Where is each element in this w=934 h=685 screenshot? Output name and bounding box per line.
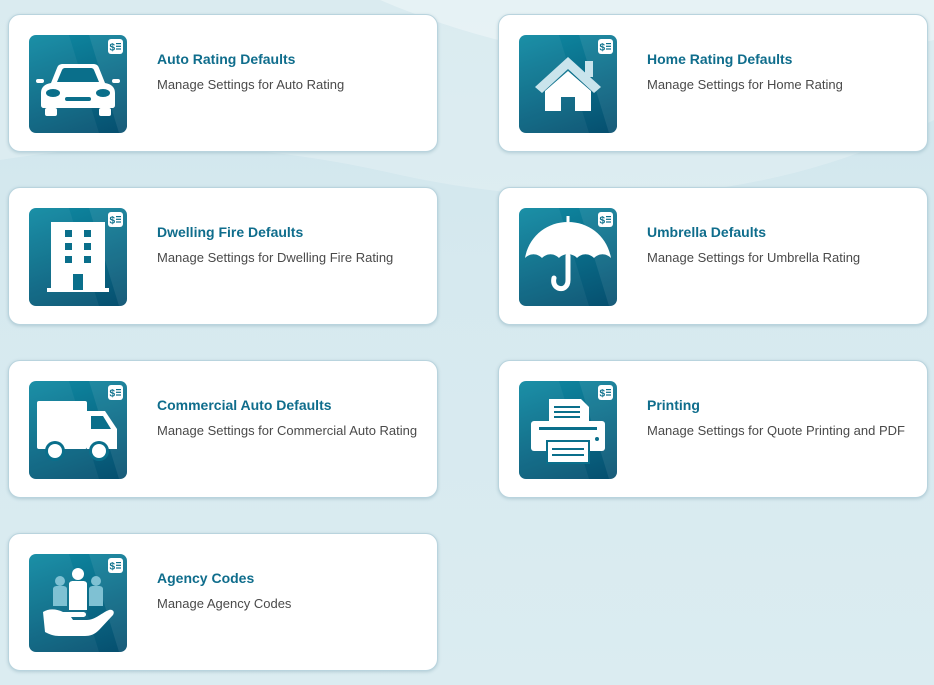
- svg-text:$: $: [110, 216, 116, 227]
- dollar-list-icon: $: [108, 558, 123, 573]
- home-tile: $: [519, 35, 617, 133]
- dollar-list-icon: $: [598, 212, 613, 227]
- dollar-list-icon: $: [108, 212, 123, 227]
- svg-text:$: $: [600, 43, 606, 54]
- dollar-list-icon: $: [108, 385, 123, 400]
- auto-tile: $: [29, 35, 127, 133]
- card-title[interactable]: Commercial Auto Defaults: [157, 397, 332, 413]
- card-title[interactable]: Umbrella Defaults: [647, 224, 766, 240]
- card-umbrella-defaults[interactable]: $ Umbrella Defaults Manage Settings for …: [498, 187, 928, 325]
- card-agency-codes[interactable]: $ Agency Codes Manage Agency Codes: [8, 533, 438, 671]
- agency-codes-tile: $: [29, 554, 127, 652]
- svg-text:$: $: [110, 43, 116, 54]
- commercial-auto-tile: $: [29, 381, 127, 479]
- card-description: Manage Settings for Auto Rating: [157, 77, 345, 92]
- card-commercial-auto-defaults[interactable]: $ Commercial Auto Defaults Manage Settin…: [8, 360, 438, 498]
- dollar-list-icon: $: [598, 385, 613, 400]
- dollar-list-icon: $: [108, 39, 123, 54]
- svg-text:$: $: [110, 389, 116, 400]
- svg-text:$: $: [600, 216, 606, 227]
- card-home-rating-defaults[interactable]: $ Home Rating Defaults Manage Settings f…: [498, 14, 928, 152]
- umbrella-tile: $: [519, 208, 617, 306]
- card-description: Manage Settings for Dwelling Fire Rating: [157, 250, 394, 265]
- svg-text:$: $: [600, 389, 606, 400]
- dwelling-tile: $: [29, 208, 127, 306]
- settings-grid: $ Auto Rating Defaults Manage Settings f…: [0, 0, 934, 685]
- card-description: Manage Settings for Umbrella Rating: [647, 250, 861, 265]
- svg-text:$: $: [110, 562, 116, 573]
- card-description: Manage Settings for Commercial Auto Rati…: [157, 423, 418, 438]
- card-title[interactable]: Auto Rating Defaults: [157, 51, 295, 67]
- card-title[interactable]: Agency Codes: [157, 570, 254, 586]
- dollar-list-icon: $: [598, 39, 613, 54]
- card-description: Manage Settings for Home Rating: [647, 77, 843, 92]
- card-description: Manage Settings for Quote Printing and P…: [647, 423, 905, 438]
- card-auto-rating-defaults[interactable]: $ Auto Rating Defaults Manage Settings f…: [8, 14, 438, 152]
- card-printing[interactable]: $ Printing Manage Settings for Quote Pri…: [498, 360, 928, 498]
- card-title[interactable]: Home Rating Defaults: [647, 51, 792, 67]
- card-title[interactable]: Dwelling Fire Defaults: [157, 224, 303, 240]
- card-description: Manage Agency Codes: [157, 596, 292, 611]
- card-dwelling-fire-defaults[interactable]: $ Dwelling Fire Defaults Manage Settings…: [8, 187, 438, 325]
- printing-tile: $: [519, 381, 617, 479]
- card-title[interactable]: Printing: [647, 397, 700, 413]
